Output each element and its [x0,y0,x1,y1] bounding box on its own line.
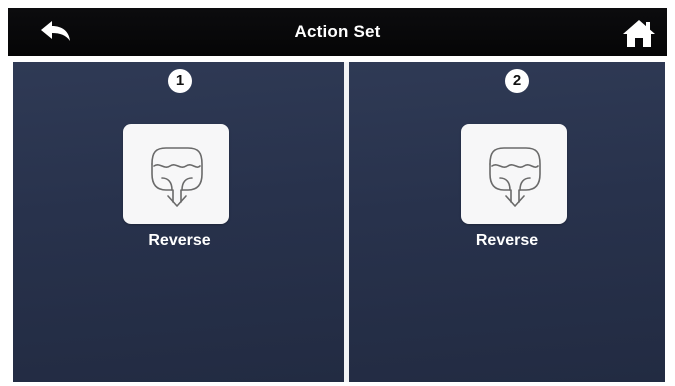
action-label: Reverse [475,232,539,249]
action-tile[interactable] [123,124,229,224]
reverse-spray-icon [151,147,203,207]
action-slot-2[interactable]: 2 Reverse [349,62,665,382]
action-tile[interactable] [461,124,567,224]
header-bar: Action Set [8,8,667,56]
action-label: Reverse [148,232,211,249]
slot-number-badge: 1 [168,69,192,93]
slot-number-badge: 2 [505,69,529,93]
home-icon [623,20,655,47]
home-button[interactable] [619,16,659,50]
action-slot-1[interactable]: 1 Reverse [13,62,344,382]
action-panels: 1 Reverse 2 Reverse [13,62,665,382]
page-title: Action Set [294,22,381,41]
reverse-spray-icon [489,147,541,207]
action-set-screen: Action Set 1 Reverse 2 Reverse [0,0,675,386]
